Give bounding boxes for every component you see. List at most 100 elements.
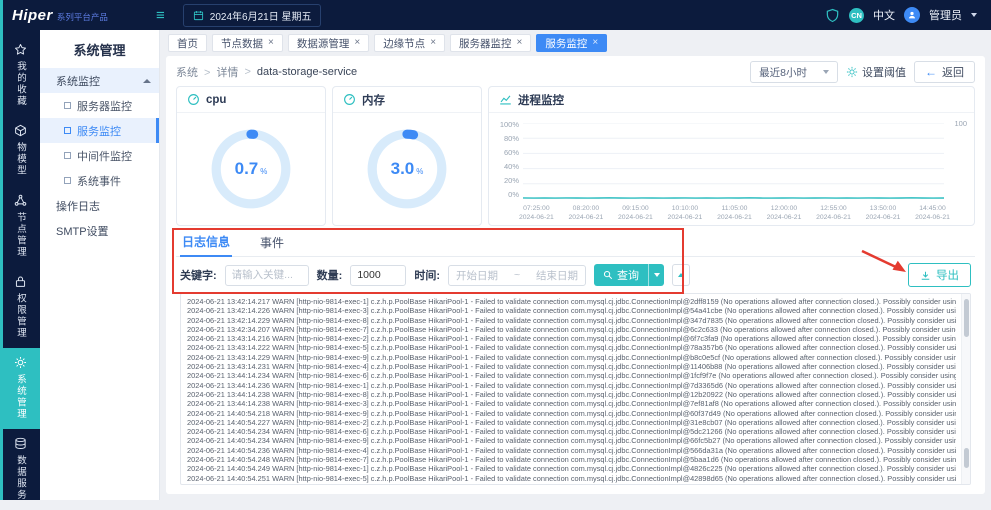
menu-item-icon [64,152,71,159]
view-tab[interactable]: 服务器监控 × [450,34,531,52]
close-icon[interactable]: × [592,38,598,48]
line-chart-icon [499,93,512,106]
chevron-up-icon [678,273,684,277]
log-output[interactable]: 2024-06-21 13:42:14.217 WARN [http-nio-9… [180,293,971,485]
breadcrumb-item[interactable]: 系统 [176,64,198,80]
log-line: 2024-06-21 14:40:54.251 WARN [http-nio-9… [187,474,956,483]
view-tab[interactable]: 边缘节点 × [374,34,445,52]
sidebar-item[interactable]: 系统监控 [40,68,159,93]
search-button[interactable]: 查询 [594,264,664,286]
scrollbar-thumb[interactable] [964,299,969,337]
topbar-actions: CN 中文 管理员 [825,7,991,23]
scrollbar-thumb[interactable] [964,448,969,468]
nodes-icon [14,194,27,207]
log-filter-bar: 关键字: 数量: 时间: 开始日期 ~ 结束日期 查询 导出 [176,257,975,293]
user-name[interactable]: 管理员 [929,7,962,23]
gear-icon [14,356,27,369]
log-scrollbar[interactable] [961,294,970,484]
menu-icon[interactable]: ≡ [156,8,165,23]
help-shield-icon[interactable] [825,8,840,23]
rail-item[interactable]: 物模型 [0,116,40,186]
log-line: 2024-06-21 14:40:54.248 WARN [http-nio-9… [187,455,956,464]
view-tab[interactable]: 节点数据 × [212,34,283,52]
rail-item[interactable]: 系统管理 [0,348,40,429]
cube-icon [14,124,27,137]
x-tick: 12:55:002024-06-21 [816,205,851,223]
close-icon[interactable]: × [430,38,436,48]
menu-item-icon [64,177,71,184]
rail-item[interactable]: 权限管理 [0,267,40,348]
log-line: 2024-06-21 14:40:54.249 WARN [http-nio-9… [187,464,956,473]
sidebar-title: 系统管理 [40,30,159,68]
view-tab[interactable]: 首页 [168,34,207,52]
lock-icon [14,275,27,288]
chart-y-axis: 100%80%60%40%20%0% [491,120,519,199]
rail-item[interactable]: 我的收藏 [0,35,40,116]
count-input[interactable] [350,265,406,286]
collapse-filter-button[interactable] [672,264,690,286]
search-dropdown-button[interactable] [648,264,664,286]
chart-title: 进程监控 [518,92,564,108]
log-line: 2024-06-21 13:42:14.229 WARN [http-nio-9… [187,316,956,325]
sidebar-item[interactable]: 中间件监控 [40,143,159,168]
chart-right-axis-label: 100 [954,119,967,128]
breadcrumb-row: 系统 详情 data-storage-service 最近8小时 设置阈值 ← … [176,60,975,84]
export-button[interactable]: 导出 [908,263,971,287]
sidebar-item[interactable]: 操作日志 [40,193,159,218]
log-tab[interactable]: 事件 [258,234,286,256]
time-range-select[interactable]: 最近8小时 [750,61,838,83]
view-tab[interactable]: 数据源管理 × [288,34,369,52]
chart-x-axis: 07:25:002024-06-2108:20:002024-06-2109:1… [519,205,950,223]
process-monitor-card: 进程监控 100%80%60%40%20%0% 100 07:25:002024… [488,86,975,226]
gauge-value: 0.7 [235,159,259,179]
view-tab[interactable]: 服务监控 × [536,34,607,52]
tab-bar: 首页 节点数据 × 数据源管理 × 边缘节点 × 服务器监控 × 服务监控 × [160,30,991,56]
back-button[interactable]: ← 返回 [914,61,975,83]
rail-item[interactable]: 数据服务 [0,429,40,510]
star-icon [14,43,27,56]
set-threshold-button[interactable]: 设置阈值 [846,64,906,80]
close-icon[interactable]: × [517,38,523,48]
x-tick: 09:15:002024-06-21 [618,205,653,223]
search-icon [603,270,613,280]
gauge-card: cpu 0.7 % [176,86,326,226]
database-icon [14,437,27,450]
rail-item[interactable]: 节点管理 [0,186,40,267]
close-icon[interactable]: × [354,38,360,48]
log-line: 2024-06-21 13:44:14.238 WARN [http-nio-9… [187,390,956,399]
metric-cards: cpu 0.7 % [176,86,975,226]
sidebar-item[interactable]: 服务监控 [40,118,159,143]
log-line: 2024-06-21 14:40:54.227 WARN [http-nio-9… [187,418,956,427]
breadcrumb-item[interactable]: 详情 [198,64,238,80]
date-display: 2024年6月21日 星期五 [183,4,322,27]
gauge-icon [343,93,356,106]
app-logo: Hiper 系列平台产品 [12,7,154,24]
log-line: 2024-06-21 14:40:54.234 WARN [http-nio-9… [187,427,956,436]
log-lines: 2024-06-21 13:42:14.217 WARN [http-nio-9… [187,297,956,483]
language-badge[interactable]: CN [849,8,864,23]
sidebar-item[interactable]: 系统事件 [40,168,159,193]
x-tick: 14:45:002024-06-21 [915,205,950,223]
sidebar-item[interactable]: SMTP设置 [40,218,159,243]
y-tick: 80% [491,134,519,143]
log-line: 2024-06-21 13:42:14.226 WARN [http-nio-9… [187,306,956,315]
language-label[interactable]: 中文 [873,7,895,23]
log-tab[interactable]: 日志信息 [180,233,232,257]
keyword-input[interactable] [225,265,309,286]
sidebar-item[interactable]: 服务器监控 [40,93,159,118]
close-icon[interactable]: × [268,38,274,48]
log-line: 2024-06-21 13:43:14.216 WARN [http-nio-9… [187,334,956,343]
avatar[interactable] [904,7,920,23]
gauge-unit: % [416,167,423,176]
x-tick: 13:50:002024-06-21 [866,205,901,223]
chevron-down-icon [823,70,829,74]
card-title: cpu [206,94,226,106]
chevron-down-icon[interactable] [971,13,977,17]
date-range-picker[interactable]: 开始日期 ~ 结束日期 [448,265,586,286]
y-tick: 40% [491,162,519,171]
log-line: 2024-06-21 14:40:54.234 WARN [http-nio-9… [187,436,956,445]
breadcrumb-item[interactable]: data-storage-service [238,66,357,78]
gauge-card: 内存 3.0 % [332,86,482,226]
log-line: 2024-06-21 13:44:14.234 WARN [http-nio-9… [187,371,956,380]
chart-plot [523,123,944,199]
